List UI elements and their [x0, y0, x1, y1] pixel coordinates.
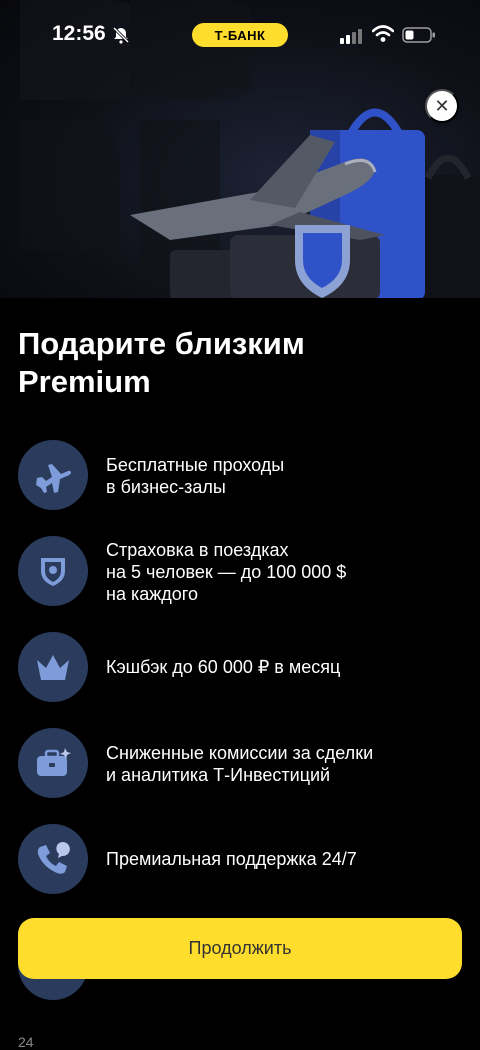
status-bar: 12:56 Т-БАНК: [0, 0, 480, 70]
feature-insurance-text: Страховка в поездках на 5 человек — до 1…: [106, 539, 346, 605]
feature-text-line: Сниженные комиссии за сделки: [106, 743, 374, 763]
feature-text-line: Бесплатные проходы: [106, 455, 285, 475]
close-button[interactable]: ✕: [425, 89, 459, 123]
feature-lounge-text: Бесплатные проходы в бизнес-залы: [106, 454, 284, 498]
bank-badge[interactable]: Т-БАНК: [192, 23, 288, 47]
feature-support-text: Премиальная поддержка 24/7: [106, 848, 357, 870]
feature-text-line: Премиальная поддержка 24/7: [106, 849, 357, 869]
clock-time: 12:56: [52, 22, 106, 45]
feature-text-line: Кэшбэк до 60 000 ₽ в месяц: [106, 657, 341, 677]
continue-button[interactable]: Продолжить: [18, 918, 462, 979]
signal-icon: [340, 29, 362, 44]
wifi-icon: [372, 25, 394, 42]
title-line-2: Premium: [18, 364, 151, 399]
muted-bell-icon: [112, 26, 130, 44]
feature-text-line: в бизнес-залы: [106, 477, 226, 497]
feature-text-line: Страховка в поездках: [106, 540, 289, 560]
feature-cashback-text: Кэшбэк до 60 000 ₽ в месяц: [106, 656, 340, 678]
feature-lounge: Бесплатные проходы в бизнес-залы: [18, 440, 458, 510]
airplane-icon: [18, 440, 88, 510]
feature-text-line: на каждого: [106, 584, 198, 604]
page-title: Подарите близким Premium: [18, 325, 458, 401]
phone-chat-icon: [18, 824, 88, 894]
feature-cashback: Кэшбэк до 60 000 ₽ в месяц: [18, 632, 458, 702]
battery-icon: [402, 27, 435, 43]
feature-investments-text: Сниженные комиссии за сделки и аналитика…: [106, 742, 373, 786]
crown-icon: [18, 632, 88, 702]
briefcase-icon: [18, 728, 88, 798]
feature-text-line: и аналитика Т-Инвестиций: [106, 765, 331, 785]
bottom-partial-text: 24: [18, 1034, 34, 1050]
feature-text-line: на 5 человек — до 100 000 $: [106, 562, 347, 582]
travel-illustration: [130, 108, 480, 298]
feature-investments: Сниженные комиссии за сделки и аналитика…: [18, 728, 458, 798]
feature-support: Премиальная поддержка 24/7: [18, 824, 458, 894]
feature-insurance: Страховка в поездках на 5 человек — до 1…: [18, 536, 458, 606]
shield-icon: [18, 536, 88, 606]
title-line-1: Подарите близким: [18, 326, 305, 361]
